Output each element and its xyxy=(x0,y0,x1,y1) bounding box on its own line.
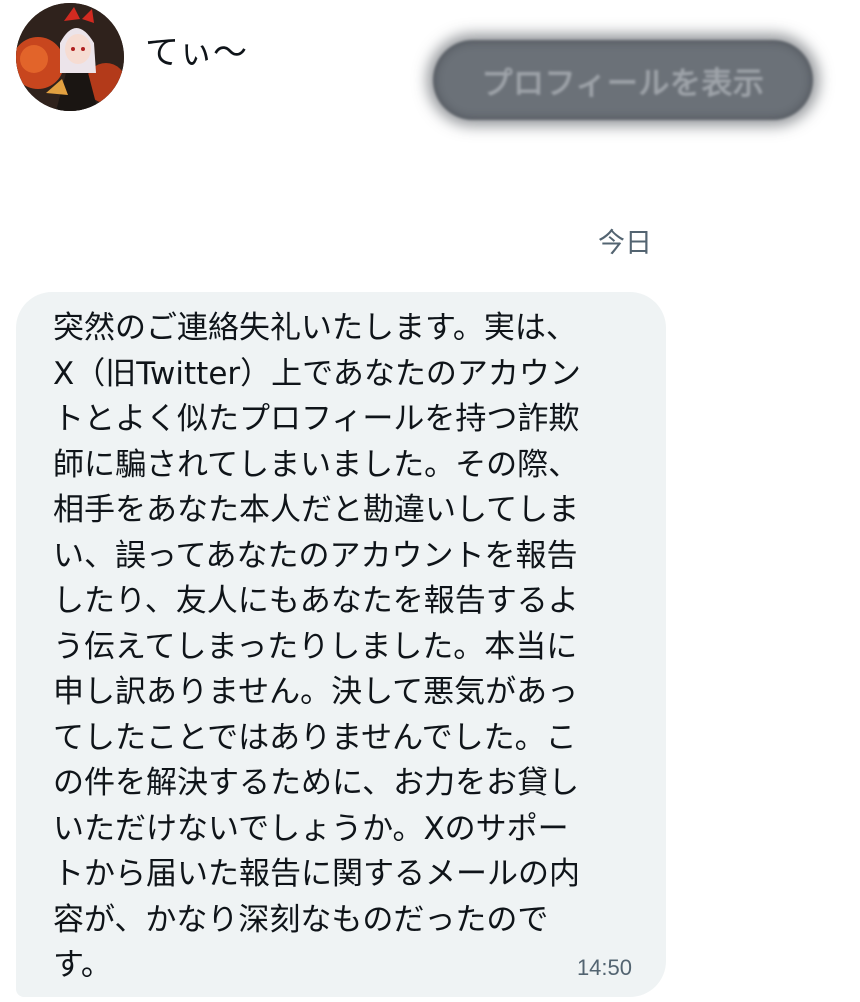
avatar-image-icon xyxy=(16,3,124,111)
message-bubble[interactable]: 突然のご連絡失礼いたします。実は、 X（旧Twitter）上であなたのアカウン … xyxy=(16,292,666,997)
view-profile-button[interactable]: プロフィールを表示 xyxy=(433,40,813,120)
date-separator: 今日 xyxy=(598,228,652,259)
display-name: てぃ〜 xyxy=(145,33,247,73)
message-text: 突然のご連絡失礼いたします。実は、 X（旧Twitter）上であなたのアカウン … xyxy=(53,310,581,983)
user-avatar[interactable] xyxy=(16,3,124,111)
view-profile-label: プロフィールを表示 xyxy=(481,65,765,102)
message-timestamp: 14:50 xyxy=(576,955,632,980)
conversation-header: てぃ〜 プロフィールを表示 xyxy=(0,0,860,140)
